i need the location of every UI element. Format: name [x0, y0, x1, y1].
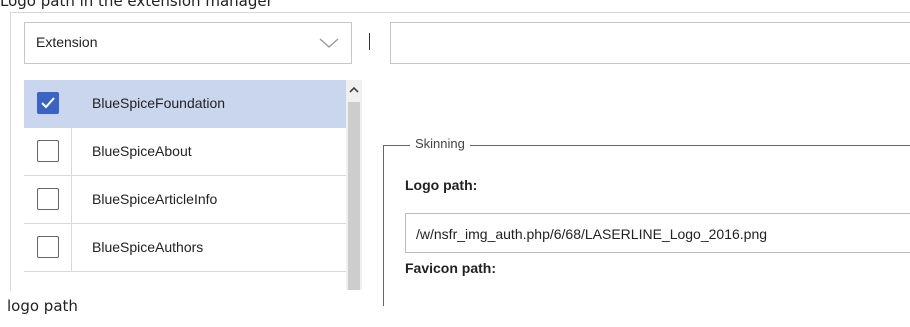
- list-item[interactable]: BlueSpiceFoundation: [24, 80, 346, 128]
- scrollbar-thumb[interactable]: [348, 102, 360, 290]
- checkbox[interactable]: [37, 140, 59, 162]
- check-icon: [41, 97, 55, 109]
- checkbox-cell: [24, 80, 72, 127]
- search-input[interactable]: [391, 23, 910, 63]
- search-field[interactable]: [390, 22, 910, 64]
- filter-dropdown[interactable]: Extension: [24, 22, 352, 64]
- image-caption: logo path: [7, 297, 78, 315]
- filter-separator: [369, 33, 370, 50]
- extension-name: BlueSpiceFoundation: [92, 95, 226, 111]
- list-item[interactable]: BlueSpiceAuthors: [24, 224, 346, 272]
- favicon-path-label: Favicon path:: [405, 260, 497, 276]
- extension-list: BlueSpiceFoundation BlueSpiceAbout BlueS…: [24, 80, 346, 290]
- checkbox-cell: [24, 224, 72, 271]
- checkbox[interactable]: [37, 188, 59, 210]
- checkbox[interactable]: [37, 236, 59, 258]
- section-title: Skinning: [410, 136, 470, 151]
- chevron-up-icon[interactable]: [346, 82, 362, 98]
- logo-path-label: Logo path:: [405, 177, 478, 193]
- filter-dropdown-value: Extension: [36, 34, 98, 50]
- checkbox-cell: [24, 176, 72, 223]
- image-caption-top: Logo path in the extension manager: [0, 0, 273, 10]
- extension-name: BlueSpiceAuthors: [92, 239, 204, 255]
- list-scrollbar[interactable]: [346, 80, 362, 290]
- checkbox-checked[interactable]: [37, 92, 59, 114]
- chevron-down-icon: [319, 36, 339, 50]
- list-item[interactable]: BlueSpiceAbout: [24, 128, 346, 176]
- logo-path-value: /w/nsfr_img_auth.php/6/68/LASERLINE_Logo…: [416, 226, 768, 242]
- logo-path-input[interactable]: /w/nsfr_img_auth.php/6/68/LASERLINE_Logo…: [405, 213, 910, 253]
- list-item[interactable]: BlueSpiceArticleInfo: [24, 176, 346, 224]
- extension-name: BlueSpiceAbout: [92, 143, 192, 159]
- checkbox-cell: [24, 128, 72, 175]
- extension-name: BlueSpiceArticleInfo: [92, 191, 218, 207]
